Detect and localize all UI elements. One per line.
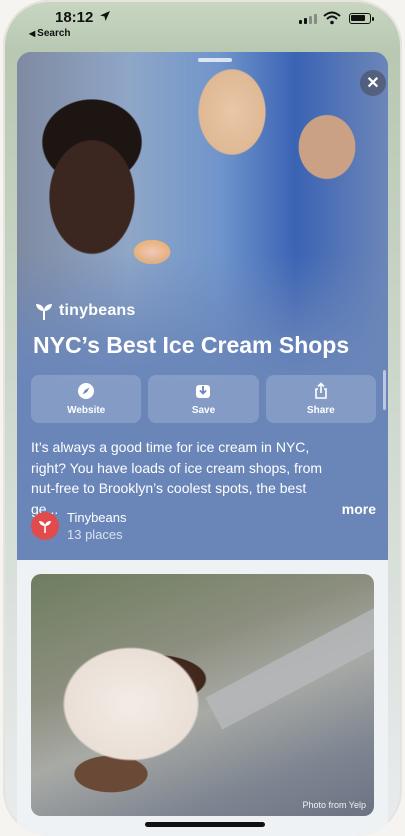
share-button[interactable]: Share bbox=[265, 375, 376, 423]
home-indicator[interactable] bbox=[145, 822, 265, 827]
back-label: Search bbox=[37, 28, 71, 39]
tinybeans-source-logo-icon bbox=[31, 512, 59, 540]
photo-credit: Photo from Yelp bbox=[302, 800, 366, 810]
place-count: 13 places bbox=[67, 527, 123, 542]
download-icon bbox=[196, 385, 211, 398]
cellular-signal-icon bbox=[299, 14, 317, 24]
guide-description: It’s always a good time for ice cream in… bbox=[31, 437, 376, 519]
phone-frame: 18:12 ◀ Search ✕ tinybeans NYC’s Best Ic… bbox=[3, 0, 402, 836]
share-label: Share bbox=[306, 405, 335, 416]
action-bar: Website Save Share bbox=[31, 375, 376, 423]
sheet-grabber[interactable] bbox=[198, 58, 232, 62]
share-icon bbox=[315, 382, 327, 399]
scroll-indicator bbox=[383, 370, 386, 410]
location-arrow-icon bbox=[100, 11, 110, 21]
back-triangle-icon: ◀ bbox=[29, 29, 36, 38]
more-link[interactable]: more bbox=[342, 499, 376, 520]
compass-icon bbox=[78, 383, 95, 399]
brand: tinybeans bbox=[33, 300, 136, 322]
save-label: Save bbox=[191, 405, 216, 416]
places-list: Photo from Yelp bbox=[17, 560, 388, 836]
status-bar: 18:12 ◀ Search bbox=[3, 0, 402, 48]
website-label: Website bbox=[67, 405, 106, 416]
description-text: It’s always a good time for ice cream in… bbox=[31, 439, 323, 517]
brand-name: tinybeans bbox=[59, 302, 136, 319]
wifi-icon bbox=[323, 11, 341, 25]
place-photo[interactable]: Photo from Yelp bbox=[31, 574, 374, 816]
clock: 18:12 bbox=[55, 9, 94, 26]
guide-source[interactable]: Tinybeans 13 places bbox=[31, 510, 127, 542]
close-button[interactable]: ✕ bbox=[360, 70, 386, 96]
source-name: Tinybeans bbox=[67, 510, 127, 525]
back-to-search[interactable]: ◀ Search bbox=[29, 28, 71, 39]
save-button[interactable]: Save bbox=[148, 375, 259, 423]
website-button[interactable]: Website bbox=[31, 375, 142, 423]
tinybeans-logo-icon bbox=[36, 304, 52, 320]
guide-card: ✕ tinybeans NYC’s Best Ice Cream Shops W… bbox=[17, 52, 388, 560]
close-icon: ✕ bbox=[366, 75, 380, 92]
guide-title: NYC’s Best Ice Cream Shops bbox=[33, 332, 350, 358]
battery-icon bbox=[349, 13, 374, 24]
